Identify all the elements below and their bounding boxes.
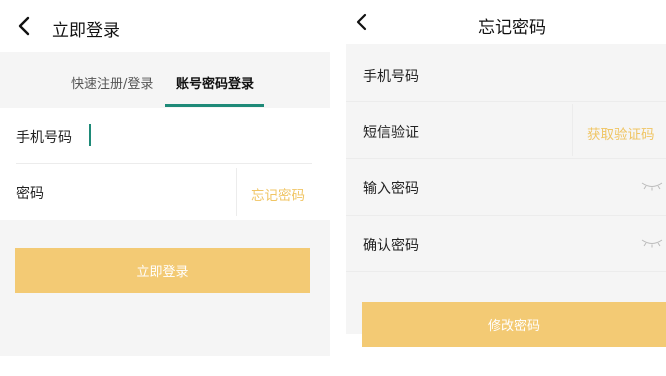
- divider: [346, 101, 666, 102]
- active-tab-indicator: [165, 104, 264, 107]
- phone-label: 手机号码: [363, 69, 419, 85]
- forgot-password-screen: 忘记密码 手机号码 短信验证 获取验证码 输入密码 确认密码 修改密码: [346, 0, 666, 376]
- new-password-label: 输入密码: [363, 181, 419, 197]
- sms-code-input[interactable]: [436, 110, 566, 150]
- tab-quick-register-login[interactable]: 快速注册/登录: [71, 73, 153, 92]
- divider: [16, 163, 312, 164]
- divider: [346, 158, 666, 159]
- login-button[interactable]: 立即登录: [15, 248, 310, 293]
- phone-label: 手机号码: [16, 130, 72, 146]
- page-title: 忘记密码: [478, 18, 546, 38]
- confirm-password-label: 确认密码: [363, 238, 419, 254]
- divider: [346, 215, 666, 216]
- login-header: 立即登录: [0, 0, 330, 52]
- tab-account-password-login[interactable]: 账号密码登录: [176, 73, 254, 92]
- get-verification-code-button[interactable]: 获取验证码: [587, 123, 655, 143]
- sms-code-label: 短信验证: [363, 125, 419, 141]
- vertical-divider: [236, 168, 237, 216]
- change-password-button[interactable]: 修改密码: [362, 302, 666, 347]
- divider: [346, 271, 666, 272]
- tab-bar-background: [0, 52, 330, 108]
- page-title: 立即登录: [52, 21, 120, 41]
- vertical-divider: [572, 104, 573, 156]
- new-password-input[interactable]: [436, 168, 626, 208]
- login-screen: 立即登录 快速注册/登录 账号密码登录 手机号码 密码 忘记密码 立即登录: [0, 0, 330, 376]
- back-icon[interactable]: [352, 11, 374, 33]
- phone-input[interactable]: [436, 54, 662, 94]
- forgot-password-link[interactable]: 忘记密码: [251, 184, 305, 204]
- confirm-password-input[interactable]: [436, 225, 626, 265]
- forgot-header: 忘记密码: [346, 0, 666, 44]
- eye-closed-icon[interactable]: [641, 238, 663, 248]
- phone-input[interactable]: [86, 116, 316, 154]
- password-label: 密码: [16, 186, 44, 202]
- password-input[interactable]: [60, 172, 230, 212]
- eye-closed-icon[interactable]: [641, 181, 663, 191]
- back-icon[interactable]: [14, 15, 36, 37]
